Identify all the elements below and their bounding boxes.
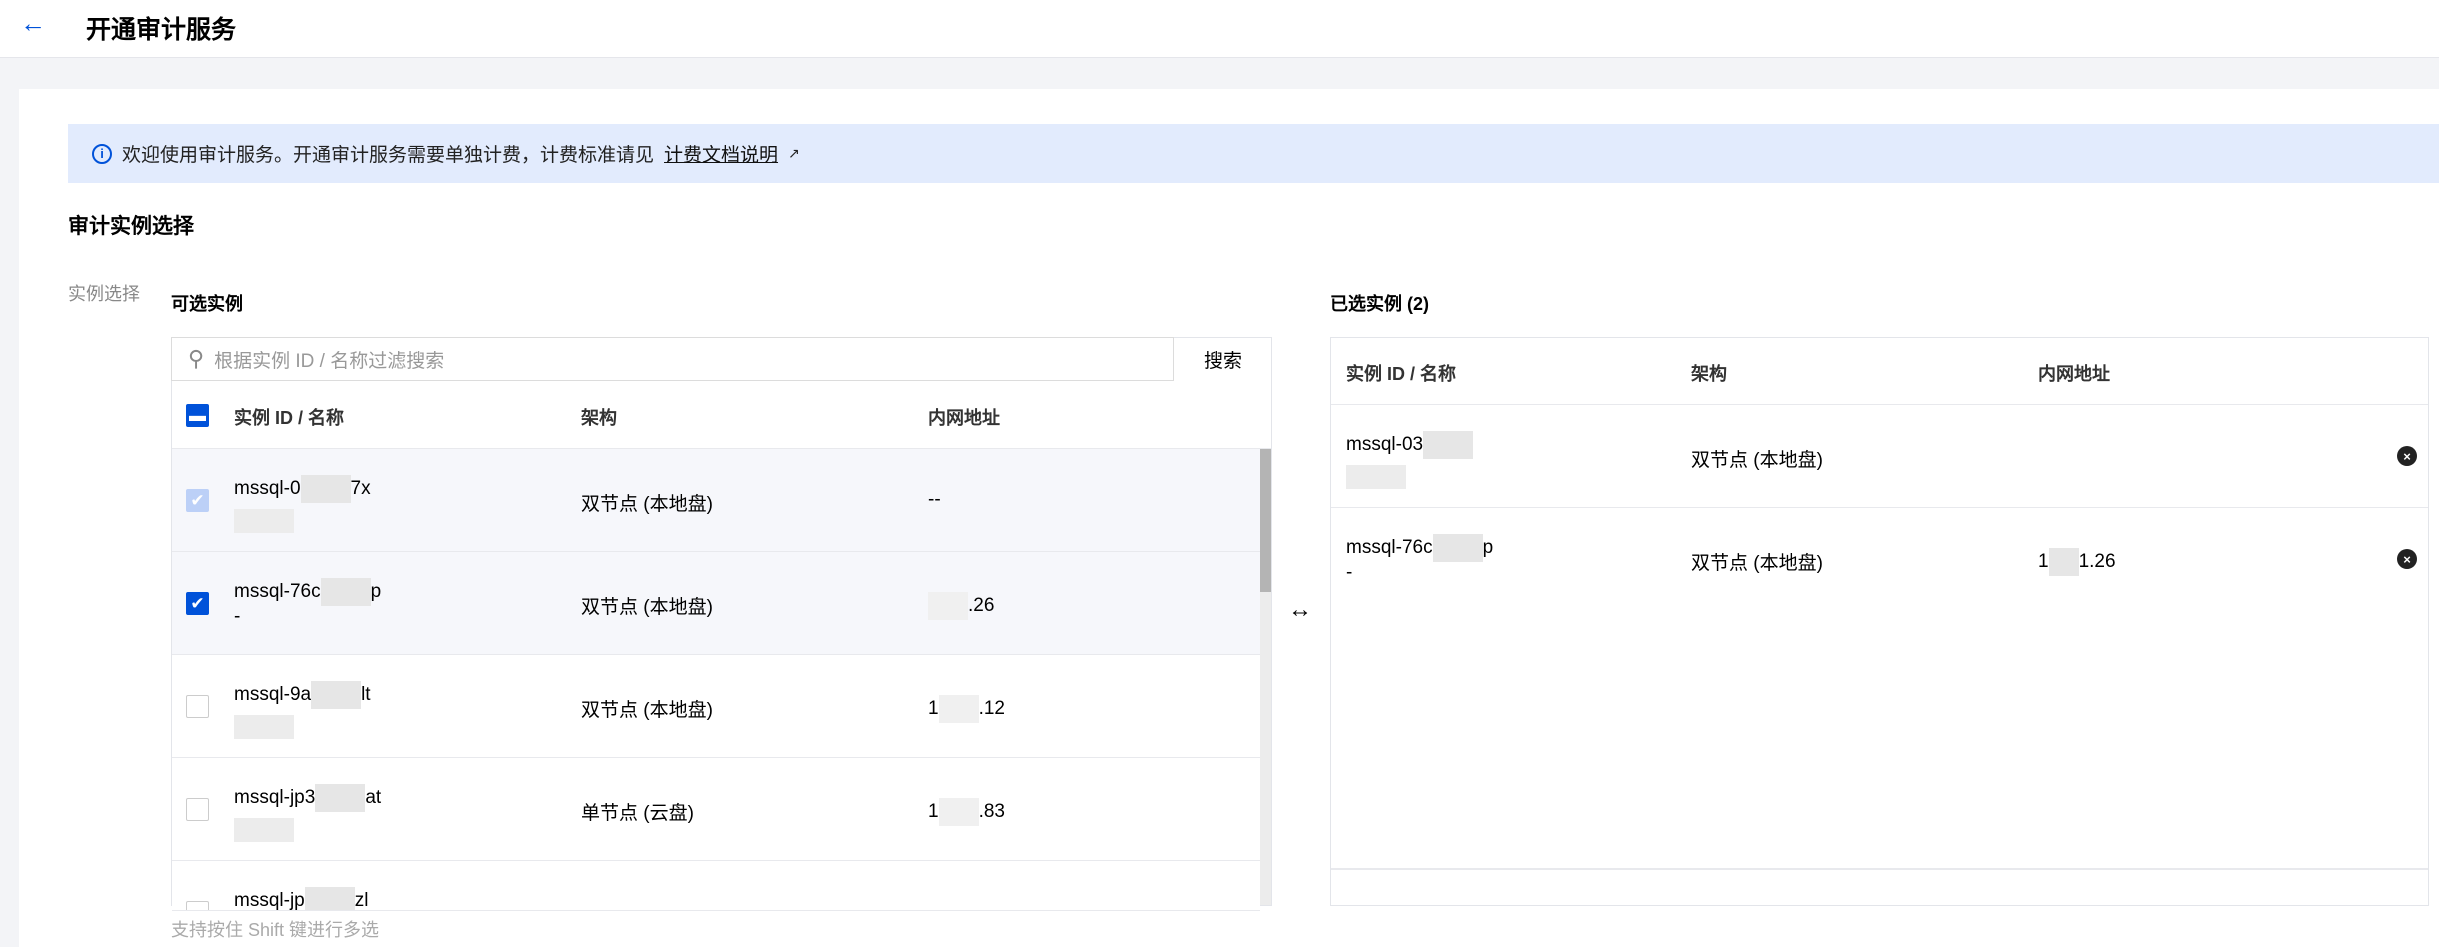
search-button[interactable]: 搜索 [1174,337,1272,381]
remove-icon[interactable]: × [2397,446,2417,466]
instance-id: mssql-76c p - [1346,534,1493,584]
section-title: 审计实例选择 [68,215,194,238]
selected-row: mssql-76c p - 双节点 (本地盘) 1 1.26 × [1331,508,2428,611]
arch: 单节点 (云盘) [581,803,694,824]
redacted [304,887,355,910]
table-row[interactable]: mssql-jp zl [172,861,1260,911]
page-title: 开通审计服务 [86,16,237,44]
banner-text: 欢迎使用审计服务。开通审计服务需要单独计费，计费标准请见 [122,145,655,166]
external-link-icon: ↗ [788,145,800,161]
selected-table: 实例 ID / 名称 架构 内网地址 mssql-03 双节点 (本地盘) × … [1330,337,2429,906]
ip: 1.83 [928,798,1005,826]
selected-title: 已选实例 (2) [1330,294,1429,314]
table-row[interactable]: mssql-9a lt 双节点 (本地盘) 1.12 [172,655,1260,758]
field-label: 实例选择 [68,284,140,304]
row-checkbox[interactable]: ✔ [186,489,209,512]
instance-name [1346,465,1406,489]
row-checkbox[interactable]: ✔ [186,592,209,615]
row-checkbox[interactable] [186,901,209,910]
redacted [1432,534,1483,562]
row-checkbox[interactable] [186,695,209,718]
search-icon: ⚲ [188,346,205,371]
info-icon: i [92,143,112,164]
redacted [938,798,979,826]
multi-select-hint: 支持按住 Shift 键进行多选 [171,920,380,940]
col-arch: 架构 [1691,364,1727,384]
arch: 双节点 (本地盘) [581,700,713,721]
arch: 双节点 (本地盘) [1691,553,1823,574]
available-table: ▬ 实例 ID / 名称 架构 内网地址 ✔ mssql-0 7x 双节点 (本地… [171,337,1272,911]
transfer-arrows-icon: ↔ [1288,596,1312,623]
search-input[interactable]: ⚲ 根据实例 ID / 名称过滤搜索 [171,337,1174,381]
arrow-left-icon[interactable]: ← [20,8,46,39]
top-header: ← 开通审计服务 [0,0,2439,58]
redacted [938,695,979,723]
table-row[interactable]: ✔ mssql-0 7x 双节点 (本地盘) -- [172,449,1260,552]
col-ip: 内网地址 [928,408,1000,428]
scrollbar[interactable] [1260,449,1271,905]
col-id: 实例 ID / 名称 [1346,364,1457,384]
redacted [311,681,362,709]
redacted [315,784,366,812]
col-ip: 内网地址 [2038,364,2110,384]
col-arch: 架构 [581,408,617,428]
available-title: 可选实例 [171,294,243,314]
col-id: 实例 ID / 名称 [234,408,345,428]
redacted [928,592,968,620]
instance-name [234,818,294,842]
scrollbar-thumb[interactable] [1260,449,1271,592]
remove-icon[interactable]: × [2397,549,2417,569]
instance-id: mssql-9a lt [234,681,371,739]
redacted [320,578,371,606]
ip: .26 [928,592,994,620]
redacted [1423,431,1474,459]
divider [1331,868,2428,870]
arch: 双节点 (本地盘) [581,597,713,618]
select-all-checkbox[interactable]: ▬ [186,404,209,427]
instance-name [234,509,294,533]
table-row[interactable]: mssql-jp3 at 单节点 (云盘) 1.83 [172,758,1260,861]
redacted [300,475,351,503]
instance-name [234,715,294,739]
table-header: 实例 ID / 名称 架构 内网地址 [1331,338,2428,405]
instance-id: mssql-76c p - [234,578,381,628]
search-placeholder: 根据实例 ID / 名称过滤搜索 [214,350,445,372]
instance-id: mssql-0 7x [234,475,371,533]
selected-row: mssql-03 双节点 (本地盘) × [1331,405,2428,508]
ip: -- [928,489,941,510]
ip: 1.12 [928,695,1005,723]
ip: 1 1.26 [2038,548,2116,576]
table-row[interactable]: ✔ mssql-76c p - 双节点 (本地盘) .26 [172,552,1260,655]
billing-doc-link[interactable]: 计费文档说明 [664,140,778,167]
arch: 双节点 (本地盘) [1691,450,1823,471]
instance-id: mssql-jp zl [234,887,368,910]
table-header: ▬ 实例 ID / 名称 架构 内网地址 [172,382,1271,449]
instance-id: mssql-jp3 at [234,784,381,842]
info-banner: i 欢迎使用审计服务。开通审计服务需要单独计费，计费标准请见 计费文档说明 ↗ [68,124,2439,183]
row-checkbox[interactable] [186,798,209,821]
redacted [2048,548,2079,576]
instance-id: mssql-03 [1346,431,1474,489]
instance-name: - [234,606,241,627]
arch: 双节点 (本地盘) [581,494,713,515]
instance-name: - [1346,562,1353,583]
